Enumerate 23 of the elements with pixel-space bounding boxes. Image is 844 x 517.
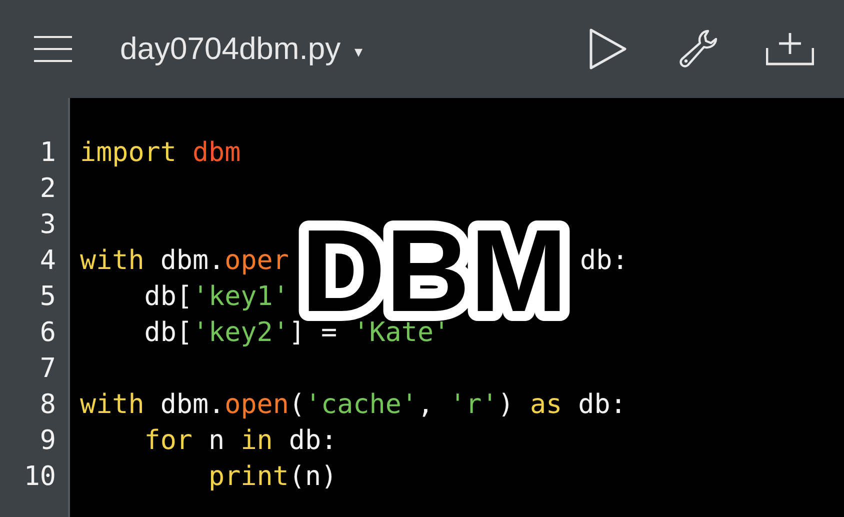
caret-icon[interactable]: ▾ bbox=[354, 42, 363, 62]
code-text: for n in db: bbox=[143, 426, 338, 456]
wrench-icon[interactable] bbox=[678, 28, 720, 70]
code-text: db: bbox=[580, 246, 628, 276]
line-number: 10 bbox=[24, 462, 56, 492]
line-number: 4 bbox=[40, 246, 56, 276]
line-number: 5 bbox=[40, 282, 56, 312]
line-number: 7 bbox=[40, 354, 56, 384]
code-text: print(n) bbox=[208, 462, 338, 492]
line-number: 2 bbox=[40, 174, 56, 204]
code-text: import dbm bbox=[80, 138, 241, 168]
play-icon[interactable] bbox=[588, 27, 628, 71]
line-number: 8 bbox=[40, 390, 56, 420]
code-text: with dbm.open('cache', 'r') as db: bbox=[80, 390, 626, 420]
add-icon[interactable] bbox=[766, 32, 814, 66]
code-text: db['key1' bbox=[143, 282, 289, 312]
line-number: 9 bbox=[40, 426, 56, 456]
code-text: with dbm.oper bbox=[80, 246, 289, 276]
line-number: 6 bbox=[40, 318, 56, 348]
line-number: 1 bbox=[40, 138, 56, 168]
file-name[interactable]: day0704dbm.py bbox=[120, 31, 341, 67]
line-number: 3 bbox=[40, 210, 56, 240]
menu-icon[interactable] bbox=[34, 36, 72, 62]
